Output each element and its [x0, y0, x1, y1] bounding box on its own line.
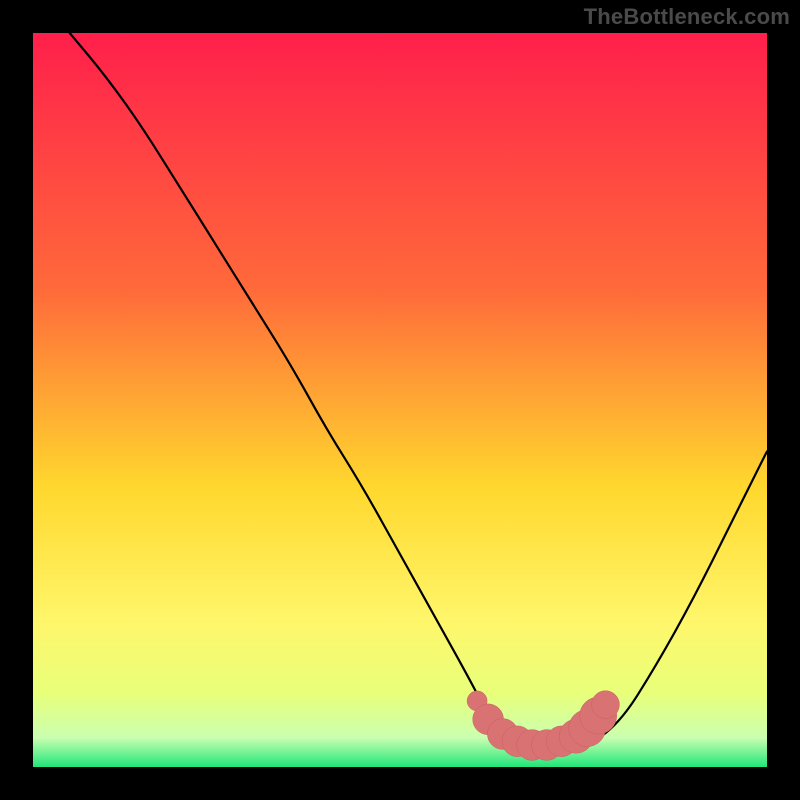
watermark-text: TheBottleneck.com: [584, 4, 790, 30]
gradient-background: [33, 33, 767, 767]
highlight-marker: [592, 691, 620, 719]
chart-frame: TheBottleneck.com: [0, 0, 800, 800]
bottleneck-chart: [33, 33, 767, 767]
